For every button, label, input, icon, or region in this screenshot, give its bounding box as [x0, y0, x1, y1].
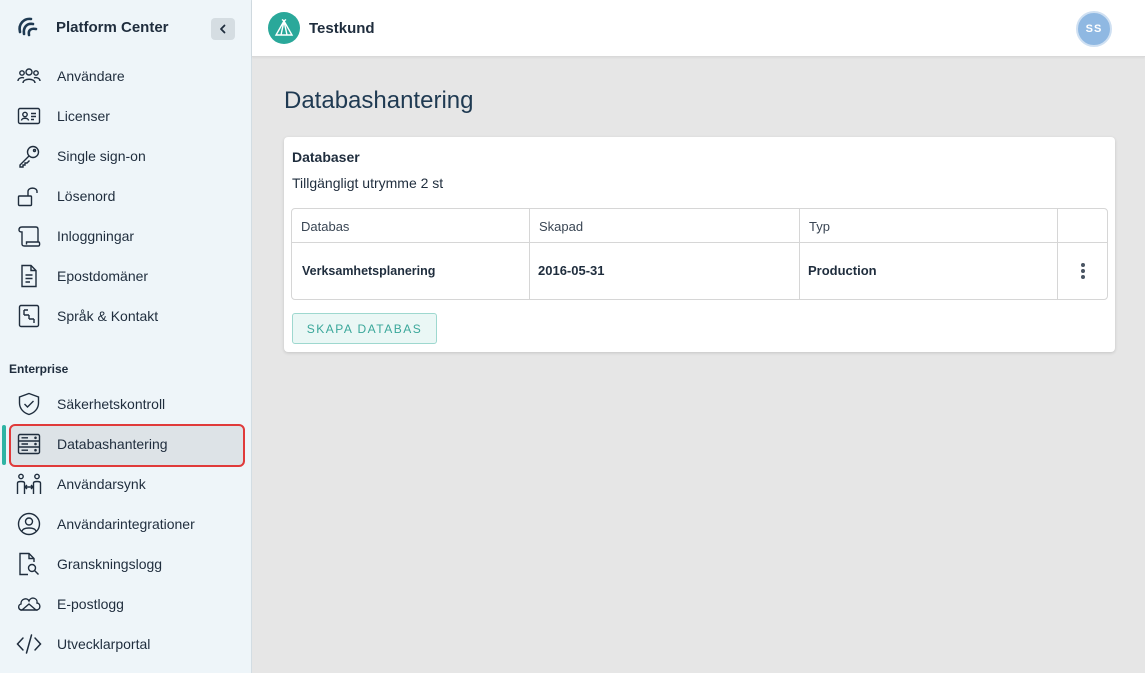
column-header-created[interactable]: Skapad	[530, 209, 800, 242]
sidebar-item-users[interactable]: Användare	[0, 56, 251, 96]
sidebar-item-email-log[interactable]: E-postlogg	[0, 584, 251, 624]
sidebar-item-label: Databashantering	[57, 436, 168, 452]
database-icon	[16, 432, 42, 456]
unlock-icon	[16, 184, 42, 208]
column-header-database[interactable]: Databas	[292, 209, 530, 242]
databases-table: Databas Skapad Typ Verksamhetsplanering …	[291, 208, 1108, 300]
sidebar-item-email-domains[interactable]: Epostdomäner	[0, 256, 251, 296]
cell-actions	[1058, 243, 1107, 299]
user-avatar[interactable]: SS	[1076, 11, 1112, 47]
sidebar-item-label: Användarsynk	[57, 476, 146, 492]
sidebar-item-database-management[interactable]: Databashantering	[0, 422, 251, 467]
sidebar-section-enterprise: Enterprise	[9, 362, 69, 376]
shield-icon	[16, 392, 42, 416]
sidebar-item-single-sign-on[interactable]: Single sign-on	[0, 136, 251, 176]
user-sync-icon	[16, 472, 42, 496]
create-database-button[interactable]: SKAPA DATABAS	[292, 313, 437, 344]
databases-card: Databaser Tillgängligt utrymme 2 st Data…	[284, 137, 1115, 352]
key-icon	[16, 144, 42, 168]
sidebar-item-label: E-postlogg	[57, 596, 124, 612]
sidebar-item-label: Lösenord	[57, 188, 116, 204]
sidebar-item-label: Användarintegrationer	[57, 516, 195, 532]
sidebar-item-label: Licenser	[57, 108, 110, 124]
card-title: Databaser	[292, 149, 360, 165]
tenant-name[interactable]: Testkund	[309, 20, 375, 37]
sidebar-item-user-integrations[interactable]: Användarintegrationer	[0, 504, 251, 544]
settings-panel-icon	[16, 304, 42, 328]
sidebar-item-label: Utvecklarportal	[57, 636, 151, 652]
table-row[interactable]: Verksamhetsplanering 2016-05-31 Producti…	[292, 243, 1107, 299]
user-circle-icon	[16, 512, 42, 536]
mail-cloud-icon	[16, 592, 42, 616]
id-card-icon	[16, 104, 42, 128]
column-header-type[interactable]: Typ	[800, 209, 1058, 242]
file-search-icon	[16, 552, 42, 576]
document-icon	[16, 264, 42, 288]
top-bar: Testkund SS	[252, 0, 1145, 57]
sidebar: Platform Center Användare Licenser Singl…	[0, 0, 252, 673]
chevron-left-icon	[220, 24, 226, 34]
users-icon	[16, 64, 42, 88]
sidebar-item-user-sync[interactable]: Användarsynk	[0, 464, 251, 504]
code-icon	[16, 632, 42, 656]
brand: Platform Center	[0, 0, 251, 57]
sidebar-item-label: Säkerhetskontroll	[57, 396, 166, 412]
sidebar-item-label: Språk & Kontakt	[57, 308, 159, 324]
sidebar-item-security-check[interactable]: Säkerhetskontroll	[0, 384, 251, 424]
sidebar-item-label: Single sign-on	[57, 148, 146, 164]
more-options-icon[interactable]	[1078, 261, 1088, 281]
platform-logo-icon	[18, 17, 38, 37]
cell-type: Production	[800, 243, 1058, 299]
active-indicator	[2, 425, 6, 465]
sidebar-item-licenses[interactable]: Licenser	[0, 96, 251, 136]
sidebar-item-label: Granskningslogg	[57, 556, 163, 572]
collapse-sidebar-button[interactable]	[211, 18, 235, 40]
sidebar-item-label: Användare	[57, 68, 125, 84]
sidebar-item-developer-portal[interactable]: Utvecklarportal	[0, 624, 251, 664]
column-header-actions	[1058, 209, 1107, 242]
cell-created: 2016-05-31	[530, 243, 800, 299]
table-header-row: Databas Skapad Typ	[292, 209, 1107, 243]
cell-database-name: Verksamhetsplanering	[292, 243, 530, 299]
sidebar-item-label: Epostdomäner	[57, 268, 149, 284]
app-title: Platform Center	[56, 19, 169, 36]
sidebar-item-label: Inloggningar	[57, 228, 135, 244]
available-space-text: Tillgängligt utrymme 2 st	[292, 175, 444, 191]
sidebar-item-logins[interactable]: Inloggningar	[0, 216, 251, 256]
page-title: Databashantering	[284, 87, 474, 114]
sidebar-item-password[interactable]: Lösenord	[0, 176, 251, 216]
scroll-icon	[16, 224, 42, 248]
sidebar-item-language-contact[interactable]: Språk & Kontakt	[0, 296, 251, 336]
tenant-logo-icon	[268, 12, 300, 44]
sidebar-item-audit-log[interactable]: Granskningslogg	[0, 544, 251, 584]
